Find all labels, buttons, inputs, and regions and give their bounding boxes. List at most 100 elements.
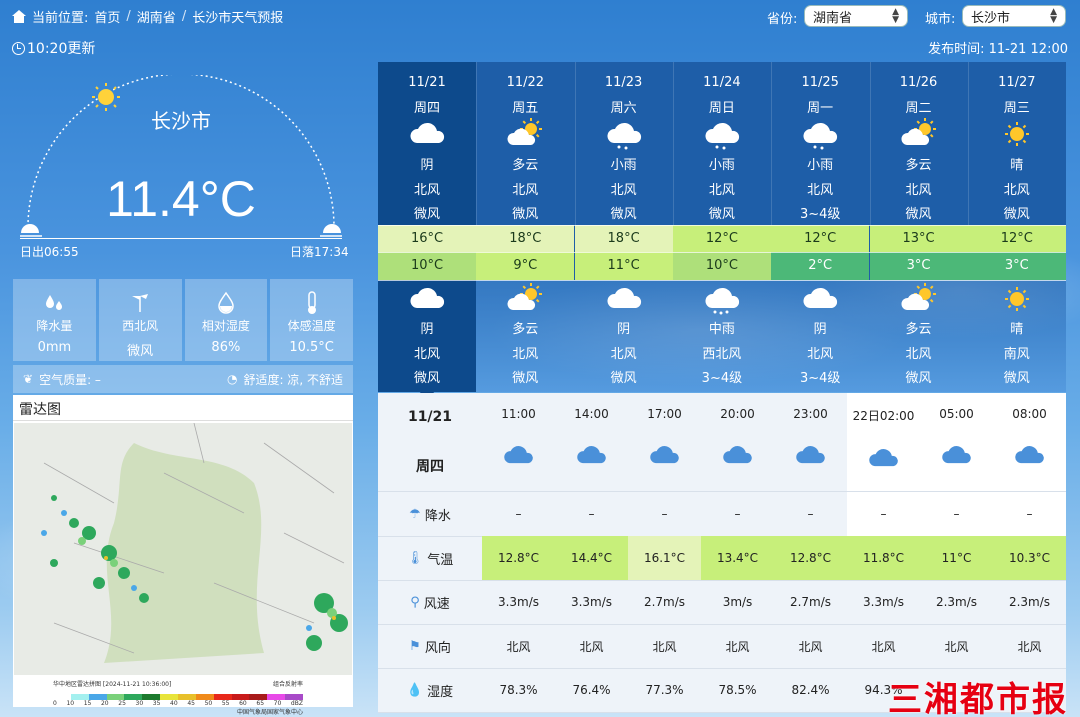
hourly-cell: 78.3% — [499, 683, 538, 697]
hourly-cell: 11°C — [920, 536, 993, 580]
hourly-cell: 2.3m/s — [1008, 595, 1051, 609]
hourly-cell: 北风 — [652, 639, 677, 654]
leaf-icon: ❦ — [23, 372, 34, 386]
forecast-day-wind-level: 微风 — [413, 207, 440, 222]
radar-map[interactable] — [14, 423, 352, 675]
forecast-day-wind-dir: 北风 — [1003, 183, 1030, 198]
forecast-low-temp: 11°C — [574, 252, 673, 280]
forecast-day-wind-level: 微风 — [708, 207, 735, 222]
breadcrumb-home-link[interactable]: 首页 — [94, 7, 120, 26]
forecast-high-temp: 18°C — [476, 225, 575, 252]
radar-legend-tick: 10 — [66, 700, 75, 707]
forecast-date: 11/23 — [604, 75, 643, 90]
forecast-day-11-23[interactable]: 11/23 周六 小雨 北风 微风 18°C 11°C 阴北风 微风 — [574, 62, 673, 392]
hourly-cell: 12.8°C — [482, 536, 555, 580]
hourly-forecast: 11/21 周四 11:00 14:00 17:00 20:00 23:00 22日02:00… — [378, 393, 1066, 713]
stat-label: 体感温度 — [287, 319, 336, 333]
radar-source: 中国气象局国家气象中心 — [236, 709, 303, 716]
forecast-day-wind-dir: 北风 — [807, 183, 834, 198]
hourly-time: 05:00 — [939, 407, 974, 421]
forecast-night-wind-level: 微风 — [610, 371, 637, 386]
hourly-row: ⚑ 风向 北风 北风 北风 北风 北风 北风 北风 北风 — [378, 624, 1066, 668]
hourly-time-column: 23:00 — [774, 393, 847, 491]
forecast-day-11-25[interactable]: 11/25 周一 小雨 北风 3~4级 12°C 2°C 阴北风 3~4级 — [771, 62, 870, 392]
hourly-cell: – — [774, 492, 847, 536]
forecast-day-wind-dir: 北风 — [512, 183, 539, 198]
hourly-row-label: 💧 湿度 — [378, 668, 482, 712]
hourly-row: 🌡 气温 12.8°C 14.4°C 16.1°C 13.4°C 12.8°C 11.8°C 1… — [378, 536, 1066, 580]
forecast-night-wind-dir: 西北风 — [702, 347, 742, 362]
hourly-cell: – — [920, 492, 993, 536]
forecast-day-wind-dir: 北风 — [708, 183, 735, 198]
city-label: 城市: — [925, 12, 956, 27]
forecast-day-weather: 小雨 — [610, 158, 637, 173]
blue-cloud-icon — [649, 441, 680, 473]
blue-cloud-icon — [868, 444, 899, 476]
hourly-cell: 82.4% — [791, 683, 830, 697]
wind-vane-icon — [129, 289, 151, 317]
partly-cloudy-icon — [870, 282, 968, 316]
humidity-drop-icon: 💧 — [406, 682, 424, 698]
forecast-night-wind-dir: 北风 — [807, 347, 834, 362]
forecast-day-11-24[interactable]: 11/24 周日 小雨 北风 微风 12°C 10°C 中雨 西北风 3~4级 — [672, 62, 771, 392]
forecast-night-wind-dir: 北风 — [413, 347, 440, 362]
forecast-weekday: 周三 — [1003, 101, 1030, 116]
light-rain-icon — [575, 117, 673, 151]
gauge-icon: ◔ — [227, 372, 238, 386]
radar-legend-tick: 0 — [53, 700, 57, 707]
forecast-weekday: 周六 — [610, 101, 637, 116]
forecast-date: 11/21 — [408, 75, 446, 90]
blue-cloud-icon — [722, 441, 753, 473]
city-select[interactable]: 长沙市 ▲ ▼ — [962, 5, 1066, 27]
light-rain-icon — [771, 117, 869, 151]
hourly-cell: 北风 — [944, 639, 969, 654]
forecast-high-temp: 12°C — [672, 225, 771, 252]
forecast-weekday: 周二 — [905, 101, 932, 116]
comfort-text: 舒适度: 凉, 不舒适 — [243, 372, 344, 387]
radar-legend-tick: 40 — [170, 700, 178, 707]
air-quality-text: 空气质量: – — [39, 372, 101, 387]
hourly-cell: 2.7m/s — [789, 595, 832, 609]
stat-label: 降水量 — [36, 319, 73, 333]
forecast-night-weather: 多云 — [512, 322, 539, 337]
forecast-day-11-21[interactable]: 11/21 周四阴北风 微风 16°C 10°C 阴北风 微风 — [378, 62, 476, 392]
hourly-cell: 2.7m/s — [643, 595, 686, 609]
forecast-night-weather: 中雨 — [708, 322, 735, 337]
forecast-weekday: 周日 — [708, 101, 735, 116]
stat-precipitation: 降水量 0mm — [13, 279, 96, 361]
blue-cloud-icon — [503, 441, 534, 473]
partly-cloudy-icon — [476, 282, 574, 316]
hourly-cell: – — [993, 492, 1066, 536]
precip-label: 降水 — [424, 508, 451, 524]
forecast-day-11-26[interactable]: 11/26 周二 多云 北风 微风 13°C 3°C 多云 北风 微风 — [869, 62, 968, 392]
province-select[interactable]: 湖南省 ▲ ▼ — [804, 5, 908, 27]
forecast-day-weather: 多云 — [512, 158, 539, 173]
city-select-value: 长沙市 — [971, 10, 1011, 26]
forecast-night-wind-level: 微风 — [413, 371, 440, 386]
forecast-day-11-22[interactable]: 11/22 周五 多云 北风 微风 18°C 9°C 多云 北风 微风 — [476, 62, 575, 392]
forecast-night-wind-level: 微风 — [905, 371, 932, 386]
hourly-time-column: 20:00 — [701, 393, 774, 491]
breadcrumb-province-link[interactable]: 湖南省 — [137, 7, 176, 26]
forecast-day-wind-dir: 北风 — [610, 183, 637, 198]
forecast-day-wind-level: 微风 — [905, 207, 932, 222]
stat-value: 86% — [211, 340, 241, 355]
hourly-cell: 北风 — [506, 639, 531, 654]
hourly-date: 11/21 — [407, 408, 453, 425]
clock-icon — [12, 41, 25, 55]
radar-legend-tick: 20 — [100, 700, 109, 707]
hourly-cell: 76.4% — [572, 683, 611, 697]
radar-map-title: 华中地区雷达拼图 [2024-11-21 10:36:00] — [53, 681, 172, 688]
light-rain-icon — [673, 117, 771, 151]
hourly-time: 23:00 — [793, 407, 828, 421]
forecast-day-11-27[interactable]: 11/27 周三晴北风 微风 12°C 3°C 晴南风 微风 — [967, 62, 1066, 392]
radar-legend-note: 组合反射率 — [272, 681, 303, 688]
stat-value: 0mm — [37, 340, 72, 355]
air-quality-bar: ❦ 空气质量: – ◔ 舒适度: 凉, 不舒适 — [13, 365, 353, 393]
hourly-row-label: ⚑ 风向 — [378, 624, 482, 668]
hourly-weekday: 周四 — [416, 458, 444, 475]
thermometer-icon: 🌡 — [406, 550, 424, 566]
stat-label: 相对湿度 — [201, 319, 250, 333]
province-label: 省份: — [767, 12, 798, 27]
update-time-text: 10:20更新 — [27, 41, 96, 57]
